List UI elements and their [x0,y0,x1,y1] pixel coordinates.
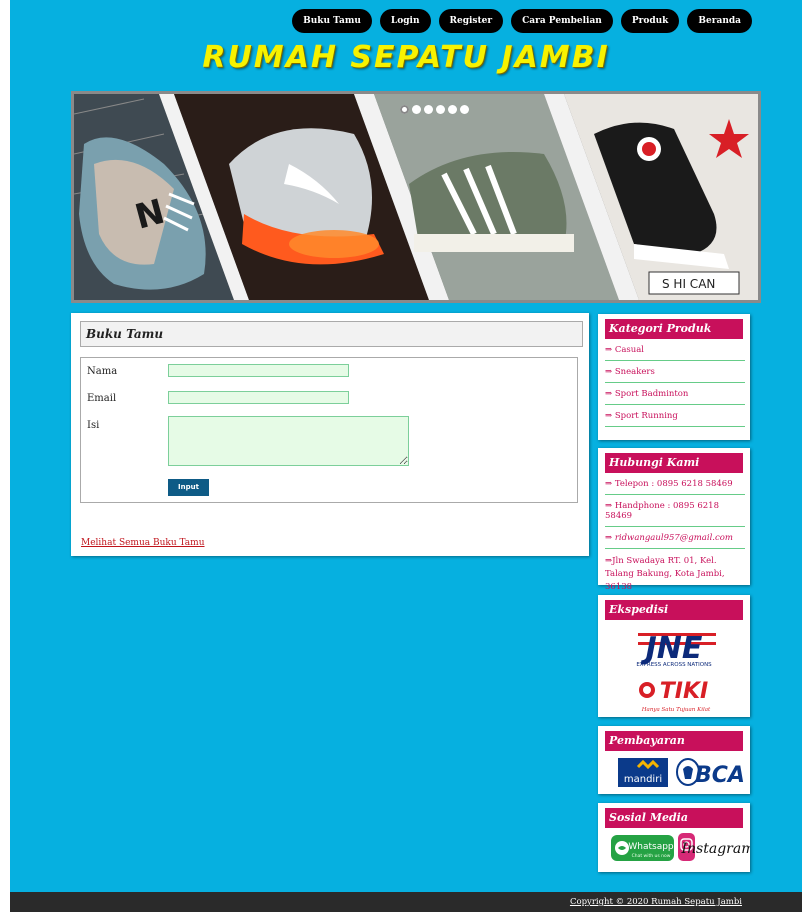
payment-box: Pembayaran mandiri BCA [598,726,750,794]
slider-dot[interactable] [424,105,433,114]
category-item-sport-badminton[interactable]: ⇒ Sport Badminton [605,383,745,405]
slider-dots [400,105,469,114]
contact-handphone: ⇒ Handphone : 0895 6218 58469 [605,495,745,527]
tiki-text: TIKI [660,679,708,704]
guestbook-panel: Buku Tamu Nama Email Isi Input Melihat S… [71,313,589,556]
banner-slider: N S HI CAN [71,91,761,303]
view-all-guestbook-link[interactable]: Melihat Semua Buku Tamu [81,538,205,548]
page-frame: Buku Tamu Login Register Cara Pembelian … [10,0,802,912]
mandiri-logo: mandiri [618,758,668,787]
contact-box: Hubungi Kami ⇒ Telepon : 0895 6218 58469… [598,448,750,599]
guestbook-form: Nama Email Isi Input [80,357,578,503]
instagram-button[interactable]: Instagram [678,833,754,861]
category-item-casual[interactable]: ⇒ Casual [605,339,745,361]
contact-email[interactable]: ⇒ ridwangaul957@gmail.com [605,527,745,549]
category-title: Kategori Produk [605,319,743,339]
nav-cara-pembelian[interactable]: Cara Pembelian [511,9,613,33]
banner-converse-text: S HI CAN [662,277,715,291]
category-box: Kategori Produk ⇒ Casual ⇒ Sneakers ⇒ Sp… [598,314,750,440]
social-logos: Whatsapp Chat with us now Instagram [611,833,754,861]
whatsapp-button[interactable]: Whatsapp Chat with us now [611,835,674,861]
category-item-sneakers[interactable]: ⇒ Sneakers [605,361,745,383]
slider-dot[interactable] [448,105,457,114]
social-title: Sosial Media [605,808,743,828]
footer-copyright-link[interactable]: Copyright © 2020 Rumah Sepatu Jambi [570,897,742,907]
tiki-tagline: Hanya Satu Tujuan Kilat [641,707,711,713]
category-item-sport-running[interactable]: ⇒ Sport Running [605,405,745,427]
email-label: Email [87,393,117,404]
top-nav: Buku Tamu Login Register Cara Pembelian … [292,9,752,33]
jne-tagline: EXPRESS ACROSS NATIONS [636,662,712,668]
payment-logos: mandiri BCA [618,758,745,788]
nama-input[interactable] [168,364,349,377]
instagram-text: Instagram [681,841,750,857]
contact-phone: ⇒ Telepon : 0895 6218 58469 [605,473,745,495]
nav-register[interactable]: Register [438,9,504,33]
shipping-logos: JNE EXPRESS ACROSS NATIONS TIKI Hanya Sa… [636,631,716,713]
nav-beranda[interactable]: Beranda [687,9,752,33]
isi-textarea[interactable] [168,416,409,466]
slider-dot[interactable] [412,105,421,114]
nav-login[interactable]: Login [379,9,431,33]
email-input[interactable] [168,391,349,404]
payment-title: Pembayaran [605,731,743,751]
category-list: ⇒ Casual ⇒ Sneakers ⇒ Sport Badminton ⇒ … [598,339,750,427]
whatsapp-text: Whatsapp [628,842,674,852]
nama-label: Nama [87,366,118,377]
contact-title: Hubungi Kami [605,453,743,473]
whatsapp-subtext: Chat with us now [632,853,671,859]
banner-image: N S HI CAN [74,94,758,300]
slider-dot[interactable] [460,105,469,114]
shipping-box: Ekspedisi JNE EXPRESS ACROSS NATIONS TIK… [598,595,750,717]
nav-buku-tamu[interactable]: Buku Tamu [292,9,372,33]
input-button[interactable]: Input [168,479,209,496]
isi-label: Isi [87,420,100,431]
slider-dot[interactable] [400,105,409,114]
site-title: RUMAH SEPATU JAMBI [202,40,610,75]
nav-produk[interactable]: Produk [620,9,680,33]
footer: Copyright © 2020 Rumah Sepatu Jambi [10,892,802,912]
tiki-logo: TIKI Hanya Satu Tujuan Kilat [639,679,711,713]
contact-address: ⇒Jln Swadaya RT. 01, Kel. Talang Bakung,… [605,549,745,599]
mandiri-text: mandiri [624,774,662,785]
bca-logo: BCA [676,758,745,788]
guestbook-title: Buku Tamu [80,321,583,347]
shipping-title: Ekspedisi [605,600,743,620]
contact-list: ⇒ Telepon : 0895 6218 58469 ⇒ Handphone … [598,473,750,599]
bca-text: BCA [695,763,745,788]
slider-dot[interactable] [436,105,445,114]
social-box: Sosial Media Whatsapp Chat with us now I… [598,803,754,872]
jne-logo: JNE EXPRESS ACROSS NATIONS [636,631,716,668]
jne-text: JNE [641,631,703,666]
